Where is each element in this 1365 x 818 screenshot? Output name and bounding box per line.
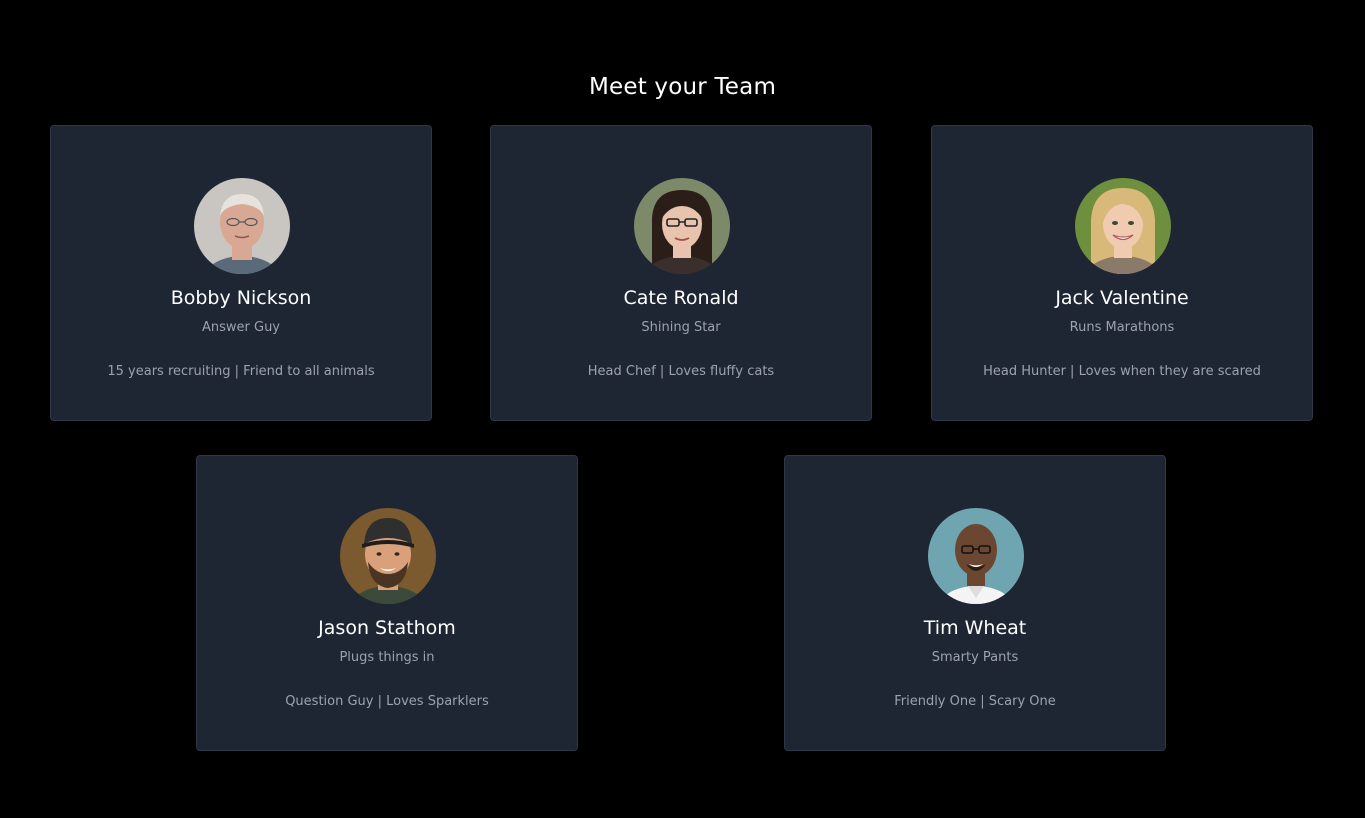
avatar: [340, 508, 436, 604]
member-name: Jason Stathom: [318, 617, 456, 639]
team-card-tim-wheat: Tim Wheat Smarty Pants Friendly One | Sc…: [784, 455, 1166, 751]
team-card-jason-stathom: Jason Stathom Plugs things in Question G…: [196, 455, 578, 751]
member-name: Cate Ronald: [623, 287, 739, 309]
member-role: Shining Star: [641, 320, 721, 335]
team-page: Meet your Team Bobby Nickson Answer Guy …: [0, 0, 1365, 818]
member-bio: Question Guy | Loves Sparklers: [285, 694, 489, 709]
member-bio: 15 years recruiting | Friend to all anim…: [107, 364, 375, 379]
member-bio: Friendly One | Scary One: [894, 694, 1056, 709]
team-card-jack-valentine: Jack Valentine Runs Marathons Head Hunte…: [931, 125, 1313, 421]
member-bio: Head Hunter | Loves when they are scared: [983, 364, 1261, 379]
avatar: [1075, 178, 1171, 274]
team-card-bobby-nickson: Bobby Nickson Answer Guy 15 years recrui…: [50, 125, 432, 421]
member-name: Tim Wheat: [923, 617, 1027, 639]
member-role: Answer Guy: [201, 320, 281, 335]
page-title: Meet your Team: [588, 74, 777, 100]
team-card-cate-ronald: Cate Ronald Shining Star Head Chef | Lov…: [490, 125, 872, 421]
member-name: Bobby Nickson: [170, 287, 312, 309]
member-role: Runs Marathons: [1069, 320, 1175, 335]
member-role: Plugs things in: [339, 650, 435, 665]
member-name: Jack Valentine: [1055, 287, 1189, 309]
avatar: [634, 178, 730, 274]
member-role: Smarty Pants: [931, 650, 1019, 665]
avatar: [194, 178, 290, 274]
avatar: [928, 508, 1024, 604]
member-bio: Head Chef | Loves fluffy cats: [587, 364, 775, 379]
